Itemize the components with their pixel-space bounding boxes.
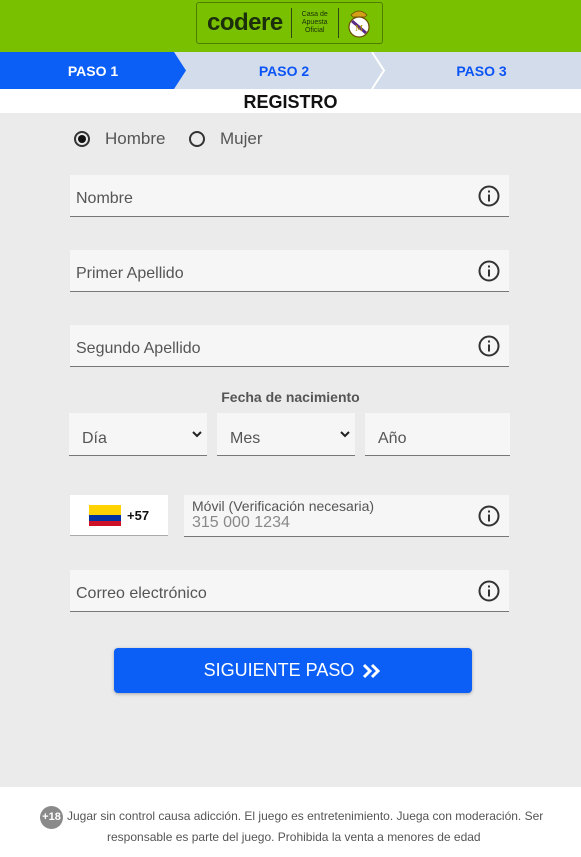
footer-text-line-2: responsable es parte del juego. Prohibid… (107, 830, 481, 844)
step-1: PASO 1 (67, 62, 119, 79)
age-18-badge-icon: +18 (40, 806, 63, 829)
dob-year-input[interactable]: Año (365, 413, 510, 456)
info-icon[interactable] (478, 335, 500, 357)
radio-selected-icon (74, 131, 90, 147)
dob-year-value: Año (378, 430, 407, 447)
next-step-label: SIGUIENTE PASO (203, 660, 355, 680)
responsible-gaming-footer: +18 Jugar sin control causa adicción. El… (0, 787, 581, 857)
radio-unselected-icon (189, 131, 205, 147)
logo-tagline: Casa de Apuesta Oficial (294, 11, 336, 35)
dob-month-select[interactable]: Mes (217, 413, 355, 456)
real-madrid-crest-icon: M (348, 10, 370, 38)
email-input[interactable] (76, 574, 466, 614)
tagline-line-1: Casa de (301, 11, 328, 18)
first-name-input[interactable] (76, 179, 466, 219)
dob-month-value: Mes (230, 430, 261, 447)
second-surname-field (70, 325, 509, 369)
next-step-button[interactable]: SIGUIENTE PASO (114, 648, 472, 693)
brand-logo[interactable]: codere Casa de Apuesta Oficial M (196, 2, 383, 44)
step-2: PASO 2 (258, 62, 310, 79)
logo-divider-2 (337, 8, 339, 38)
dob-label: Fecha de nacimiento (221, 389, 360, 405)
header-bar: codere Casa de Apuesta Oficial M (0, 0, 581, 52)
gender-label-female: Mujer (220, 129, 263, 148)
email-field (70, 570, 509, 614)
footer-text-line-1: Jugar sin control causa adicción. El jue… (67, 809, 544, 823)
mobile-input[interactable] (192, 512, 462, 534)
dob-day-select[interactable]: Día (69, 413, 207, 456)
info-icon[interactable] (478, 260, 500, 282)
step-indicator: PASO 1 PASO 2 PASO 3 (0, 52, 581, 89)
first-surname-input[interactable] (76, 254, 466, 294)
dob-day-value: Día (82, 430, 107, 447)
double-chevron-right-icon (363, 663, 381, 678)
first-name-field (70, 175, 509, 219)
info-icon[interactable] (478, 580, 500, 602)
second-surname-input[interactable] (76, 329, 466, 369)
country-code: +57 (127, 507, 150, 523)
step-3: PASO 3 (456, 62, 507, 79)
tagline-line-2: Apuesta (301, 19, 328, 26)
info-icon[interactable] (478, 505, 500, 527)
chevron-down-icon (340, 431, 350, 438)
tagline-line-3: Oficial (304, 27, 325, 34)
country-code-selector[interactable]: +57 (70, 495, 168, 536)
logo-divider (290, 8, 292, 38)
info-icon[interactable] (478, 185, 500, 207)
gender-radio-female[interactable]: Mujer (189, 129, 263, 149)
gender-label-male: Hombre (105, 129, 166, 148)
colombia-flag-icon (89, 504, 121, 526)
svg-text:M: M (355, 24, 363, 33)
gender-radio-male[interactable]: Hombre (74, 129, 165, 149)
logo-wordmark: codere (207, 9, 283, 36)
mobile-field: Móvil (Verificación necesaria) (184, 495, 509, 537)
page-title: REGISTRO (0, 89, 581, 113)
first-surname-field (70, 250, 509, 294)
chevron-down-icon (192, 431, 202, 438)
